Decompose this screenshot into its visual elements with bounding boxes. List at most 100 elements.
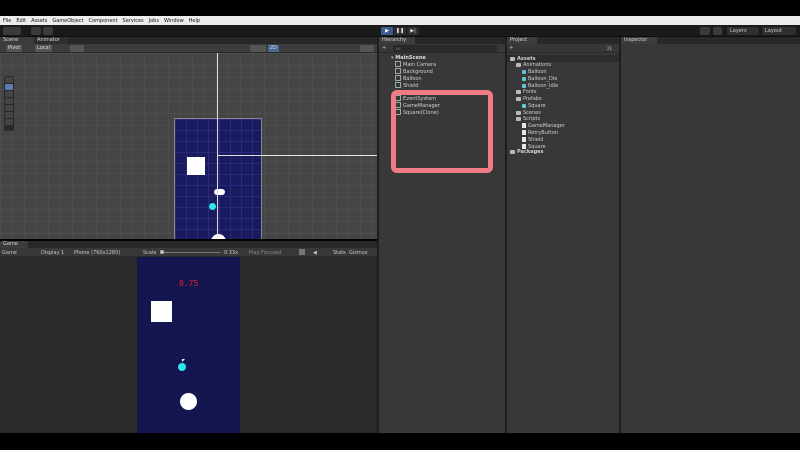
display-dropdown[interactable]: Display 1 bbox=[41, 250, 64, 256]
asset-icon bbox=[522, 77, 526, 81]
menu-bar: File Edit Assets GameObject Component Se… bbox=[0, 16, 800, 25]
mouse-cursor-icon bbox=[182, 359, 185, 362]
tab-inspector[interactable]: Inspector bbox=[621, 37, 657, 44]
folder-icon bbox=[516, 97, 521, 101]
cloud-icon[interactable] bbox=[31, 27, 41, 35]
asset-icon bbox=[522, 104, 526, 108]
tab-project[interactable]: Project bbox=[507, 37, 537, 44]
folder-icon bbox=[510, 150, 515, 154]
project-item[interactable]: Fonts bbox=[516, 89, 537, 95]
camera-bounds bbox=[174, 118, 262, 239]
search-icon[interactable] bbox=[713, 27, 722, 35]
shield-object[interactable] bbox=[209, 203, 216, 210]
shield-object bbox=[178, 363, 186, 371]
square-object[interactable] bbox=[187, 157, 205, 175]
inspector-panel: Inspector bbox=[621, 37, 800, 433]
game-toolbar: Game Display 1 Phone (760x1280) Scale 0.… bbox=[0, 248, 377, 257]
folder-icon bbox=[516, 111, 521, 115]
display-mode-dropdown[interactable]: Game bbox=[2, 250, 17, 256]
scene-viewport[interactable] bbox=[0, 53, 377, 239]
project-item[interactable]: Balloon bbox=[522, 69, 547, 75]
layout-dropdown[interactable]: Layout bbox=[762, 27, 796, 35]
scene-toolbar: Pivot Local 2D bbox=[0, 44, 377, 53]
play-focused-dropdown[interactable]: Play Focused bbox=[249, 250, 282, 256]
menu-component[interactable]: Component bbox=[89, 18, 118, 24]
step-button[interactable]: ▶| bbox=[407, 27, 419, 35]
cloud-gizmo bbox=[214, 189, 225, 195]
folder-icon bbox=[516, 117, 521, 121]
menu-jobs[interactable]: Jobs bbox=[149, 18, 159, 24]
project-packages-root[interactable]: Packages bbox=[510, 149, 544, 155]
pause-button[interactable]: ❚❚ bbox=[394, 27, 406, 35]
project-item[interactable]: Prefabs bbox=[516, 96, 542, 102]
scale-tool-icon[interactable] bbox=[5, 98, 13, 104]
project-item[interactable]: GameManager bbox=[522, 123, 565, 129]
menu-window[interactable]: Window bbox=[164, 18, 184, 24]
project-item[interactable]: Scripts bbox=[516, 116, 540, 122]
tool-palette bbox=[4, 76, 14, 131]
menu-services[interactable]: Services bbox=[123, 18, 144, 24]
score-text: 0.75 bbox=[179, 279, 199, 288]
resolution-dropdown[interactable]: Phone (760x1280) bbox=[74, 250, 120, 256]
scene-panel: Scene Animator Pivot Local 2D bbox=[0, 37, 377, 239]
history-icon[interactable] bbox=[700, 27, 710, 35]
tab-scene[interactable]: Scene bbox=[0, 37, 34, 44]
hand-tool-icon[interactable] bbox=[5, 77, 13, 83]
pivot-toggle[interactable]: Pivot bbox=[6, 45, 23, 52]
script-icon bbox=[522, 137, 526, 142]
hierarchy-item[interactable]: Background bbox=[395, 68, 433, 75]
menu-file[interactable]: File bbox=[3, 18, 11, 24]
account-button[interactable] bbox=[3, 27, 21, 35]
folder-icon bbox=[510, 57, 515, 61]
balloon-object[interactable] bbox=[211, 234, 226, 239]
custom-tool-icon[interactable] bbox=[5, 119, 13, 125]
hierarchy-item[interactable]: Main Camera bbox=[395, 61, 436, 68]
hierarchy-search-input[interactable] bbox=[393, 45, 497, 52]
project-item[interactable]: Animations bbox=[516, 62, 551, 68]
draw-mode-button[interactable] bbox=[250, 45, 266, 52]
tab-game[interactable]: Game bbox=[0, 241, 28, 248]
gizmos-dropdown[interactable]: Gizmos bbox=[349, 250, 367, 256]
tab-animator[interactable]: Animator bbox=[34, 37, 68, 44]
project-item[interactable]: Square bbox=[522, 103, 546, 109]
transform-tool-icon[interactable] bbox=[5, 112, 13, 118]
scale-slider[interactable] bbox=[160, 250, 220, 254]
add-icon[interactable]: + bbox=[509, 45, 513, 51]
collab-button[interactable] bbox=[43, 27, 53, 35]
add-icon[interactable]: + bbox=[382, 45, 386, 51]
project-toolbar: + 21 bbox=[507, 44, 619, 53]
scale-slider-thumb[interactable] bbox=[160, 250, 164, 254]
scale-label: Scale bbox=[143, 250, 157, 256]
rect-tool-icon[interactable] bbox=[5, 105, 13, 111]
project-item[interactable]: Balloon_Die bbox=[522, 76, 557, 82]
mute-icon[interactable]: ◀ bbox=[313, 250, 317, 256]
hierarchy-item[interactable]: Shield bbox=[395, 82, 418, 89]
menu-gameobject[interactable]: GameObject bbox=[52, 18, 83, 24]
rotate-tool-icon[interactable] bbox=[5, 91, 13, 97]
grid-snap-button[interactable] bbox=[70, 45, 84, 52]
asset-icon bbox=[522, 84, 526, 88]
annotation-box bbox=[391, 90, 493, 173]
game-screen: 0.75 bbox=[137, 257, 240, 433]
axis-line-horizontal bbox=[217, 155, 377, 156]
menu-assets[interactable]: Assets bbox=[31, 18, 47, 24]
camera-icon[interactable] bbox=[299, 249, 305, 255]
menu-edit[interactable]: Edit bbox=[16, 18, 26, 24]
game-viewport[interactable]: 0.75 bbox=[0, 257, 377, 433]
project-item[interactable]: RetryButton bbox=[522, 130, 558, 136]
2d-toggle[interactable]: 2D bbox=[268, 45, 280, 52]
menu-help[interactable]: Help bbox=[189, 18, 200, 24]
main-toolbar: ▶ ❚❚ ▶| Layers Layout bbox=[0, 25, 800, 37]
stats-button[interactable]: Stats bbox=[333, 250, 346, 256]
project-item[interactable]: Shield bbox=[522, 137, 543, 143]
gizmos-button[interactable] bbox=[360, 45, 374, 52]
layers-dropdown[interactable]: Layers bbox=[727, 27, 759, 35]
script-icon bbox=[522, 123, 526, 128]
asset-count: 21 bbox=[607, 46, 613, 51]
local-toggle[interactable]: Local bbox=[35, 45, 52, 52]
hierarchy-panel: Hierarchy + ▾ MainScene Main Camera Back… bbox=[379, 37, 505, 433]
play-button[interactable]: ▶ bbox=[381, 27, 393, 35]
move-tool-icon[interactable] bbox=[5, 84, 13, 90]
tab-hierarchy[interactable]: Hierarchy bbox=[379, 37, 415, 44]
hierarchy-item[interactable]: Balloon bbox=[395, 75, 422, 82]
